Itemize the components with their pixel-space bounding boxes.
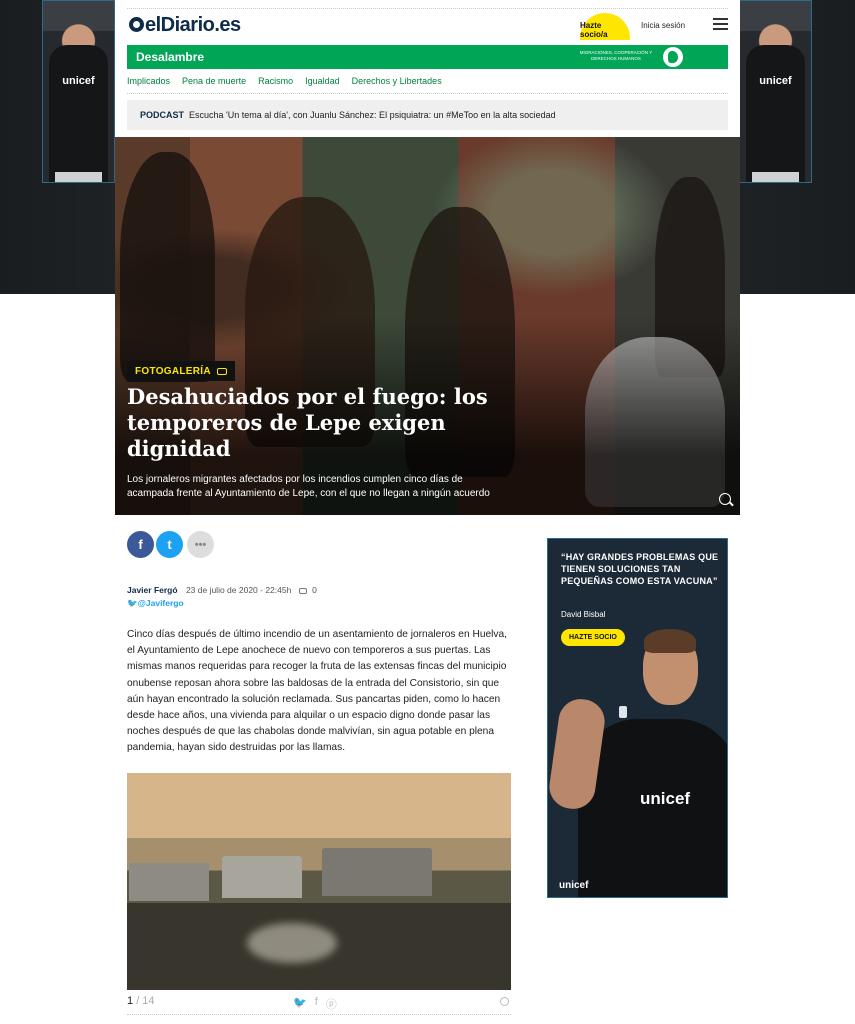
section-bar[interactable]: Desalambre MIGRACIONES, COOPERACIÓN Y DE… — [127, 45, 728, 69]
subnav-item[interactable]: Implicados — [127, 76, 170, 86]
site-logo[interactable]: elDiario.es — [129, 14, 241, 37]
publish-date: 23 de julio de 2020 - 22:45h — [185, 585, 292, 595]
pinterest-icon[interactable]: ⓟ — [326, 996, 337, 1012]
article-subtitle: Los jornaleros migrantes afectados por l… — [127, 474, 490, 499]
skin-ad-right[interactable]: unicef — [739, 0, 812, 183]
section-name: Desalambre — [136, 50, 205, 64]
podcast-bar[interactable]: PODCAST Escucha 'Un tema al día', con Ju… — [127, 100, 728, 130]
unicef-logo: unicef — [62, 75, 95, 87]
gallery-counter: 1 / 14 — [127, 995, 155, 1007]
podcast-label: PODCAST — [140, 110, 185, 120]
twitter-icon[interactable]: 🐦 — [293, 996, 307, 1012]
ad-quote: “HAY GRANDES PROBLEMAS QUE TIENEN SOLUCI… — [561, 552, 719, 586]
subnav-item[interactable]: Pena de muerte — [182, 76, 246, 86]
zoom-icon[interactable] — [500, 997, 509, 1006]
article-body: Cinco días después de último incendio de… — [127, 629, 508, 754]
divider — [127, 93, 728, 94]
smoke-graphic — [247, 923, 337, 963]
ad-cta-button[interactable]: HAZTE SOCIO — [561, 629, 625, 646]
twitter-share-button[interactable]: t — [156, 531, 183, 558]
jeans-graphic — [752, 172, 799, 182]
site-header: elDiario.es Hazte socio/a Inicia sesión … — [115, 0, 740, 137]
gallery-photo[interactable] — [127, 773, 511, 990]
ad-person: David Bisbal — [561, 610, 606, 619]
support-button[interactable]: Hazte socio/a — [580, 13, 630, 40]
camera-icon — [216, 367, 227, 375]
shirt-graphic — [746, 45, 805, 182]
hair-graphic — [644, 629, 696, 653]
comment-icon[interactable] — [298, 588, 307, 594]
gallery-badge: FOTOGALERÍA — [127, 361, 235, 381]
hero-image[interactable]: FOTOGALERÍA Desahuciados por el fuego: l… — [115, 137, 740, 515]
menu-icon[interactable] — [713, 18, 728, 30]
subnav-item[interactable]: Racismo — [258, 76, 293, 86]
comment-count[interactable]: 0 — [312, 585, 317, 595]
facebook-icon[interactable]: f — [315, 996, 318, 1012]
shirt-graphic — [49, 45, 108, 182]
subnav-item[interactable]: Derechos y Libertades — [352, 76, 442, 86]
article-title: Desahuciados por el fuego: los temporero… — [127, 384, 488, 461]
more-share-button[interactable]: ••• — [187, 531, 214, 558]
logo-o-icon — [129, 17, 144, 32]
section-subnav: Implicados Pena de muerte Racismo Iguald… — [127, 76, 442, 86]
facebook-share-button[interactable]: f — [127, 531, 154, 558]
unicef-ad[interactable]: “HAY GRANDES PROBLEMAS QUE TIENEN SOLUCI… — [547, 538, 728, 898]
skin-ad-left[interactable]: unicef — [42, 0, 115, 183]
gallery-share-icons: 🐦 f ⓟ — [293, 996, 337, 1012]
divider — [127, 8, 728, 9]
unicef-logo: unicef — [559, 880, 589, 891]
vaccine-vial-icon — [619, 706, 627, 718]
author-name[interactable]: Javier Fergó — [127, 585, 178, 595]
byline: Javier Fergó 23 de julio de 2020 - 22:45… — [127, 585, 317, 595]
unicef-logo: unicef — [640, 789, 691, 808]
section-tagline: MIGRACIONES, COOPERACIÓN Y DERECHOS HUMA… — [579, 50, 653, 61]
author-twitter-handle[interactable]: 🐦@Javifergo — [127, 598, 184, 609]
globe-icon — [661, 45, 685, 69]
subnav-item[interactable]: Igualdad — [305, 76, 340, 86]
unicef-logo: unicef — [759, 75, 792, 87]
login-link[interactable]: Inicia sesión — [641, 21, 685, 30]
divider — [127, 1014, 511, 1015]
shack-graphic — [322, 848, 432, 896]
shack-graphic — [222, 856, 302, 898]
zoom-icon[interactable] — [719, 493, 731, 505]
jeans-graphic — [55, 172, 102, 182]
podcast-text[interactable]: Escucha 'Un tema al día', con Juanlu Sán… — [189, 110, 556, 120]
shack-graphic — [129, 863, 209, 901]
